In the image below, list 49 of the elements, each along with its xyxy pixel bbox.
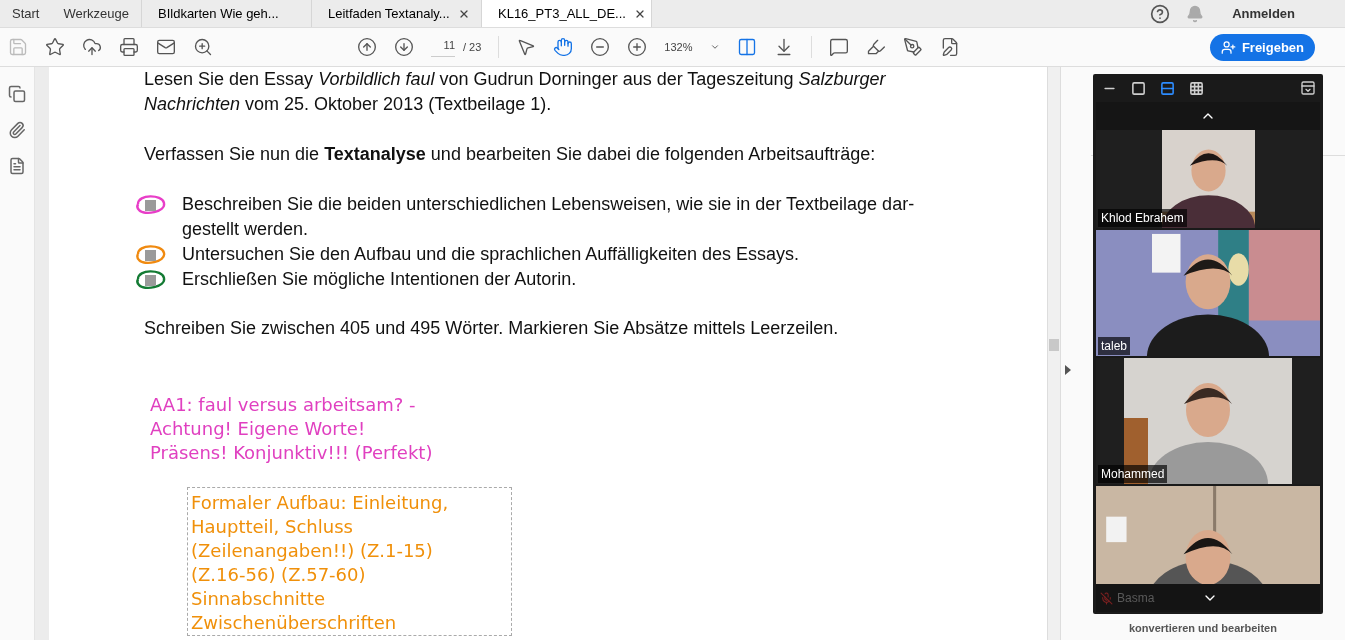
exit-panel-icon[interactable] xyxy=(1300,80,1316,96)
page-total: / 23 xyxy=(463,39,482,55)
comment-icon[interactable] xyxy=(829,37,850,57)
pen-icon[interactable] xyxy=(903,37,924,57)
muted-mic-icon xyxy=(1100,591,1113,605)
zoom-out-icon[interactable] xyxy=(590,37,611,57)
fit-page-icon[interactable] xyxy=(737,37,758,57)
previous-page-icon[interactable] xyxy=(357,37,377,57)
paragraph: Schreiben Sie zwischen 405 und 495 Wörter. Markieren Sie Absätze mittels Leerzeilen. xyxy=(144,317,840,340)
print-icon[interactable] xyxy=(119,37,139,57)
pointer-icon[interactable] xyxy=(516,37,537,57)
zoom-in-icon[interactable] xyxy=(627,37,648,57)
annotation-note[interactable]: AA1: faul versus arbeitsam? - Achtung! Eigene Worte! Präsens! Konjunktiv!!! (Perfekt) xyxy=(150,393,433,465)
next-page-icon[interactable] xyxy=(394,37,414,57)
view-icon[interactable] xyxy=(1160,80,1175,96)
add-user-icon xyxy=(1220,40,1236,55)
checkbox[interactable] xyxy=(145,250,156,261)
participant-name: Khlod Ebrahem xyxy=(1098,209,1187,227)
pages-icon[interactable] xyxy=(8,85,26,103)
star-icon[interactable] xyxy=(45,37,65,57)
paragraph: Verfassen Sie nun die Textanalyse und bearbeiten Sie dabei die folgenden Arbeitsaufträge: xyxy=(144,143,877,166)
task-text: Erschließen Sie mögliche Intentionen der Autorin. xyxy=(182,268,578,291)
participant-name: taleb xyxy=(1098,337,1131,355)
participant-name: Mohammed xyxy=(1098,465,1168,483)
mail-icon[interactable] xyxy=(156,37,176,57)
checkbox[interactable] xyxy=(145,275,156,286)
search-icon[interactable] xyxy=(193,37,213,57)
paragraph: Lesen Sie den Essay Vorbildlich faul von Gudrun Dorninger aus der Tageszeitung Salzburger Nachrichten vom 25. Oktober 2013 (Textbeilage 1). xyxy=(144,68,887,116)
upload-icon[interactable] xyxy=(82,37,102,57)
expand-icon[interactable] xyxy=(1065,365,1071,375)
share-button[interactable]: Freigeben xyxy=(1209,34,1315,61)
hand-icon[interactable] xyxy=(553,37,574,57)
sign-in-button[interactable]: Anmelden xyxy=(1232,3,1295,24)
highlighter-icon[interactable] xyxy=(866,37,887,57)
task-text: Beschreiben Sie die beiden unterschiedlichen Lebensweisen, wie sie in der Textbeilage dar-gestellt werden. xyxy=(182,193,916,241)
view-icon[interactable] xyxy=(1189,80,1204,96)
task-text: Untersuchen Sie den Aufbau und die sprachlichen Auffälligkeiten des Essays. xyxy=(182,243,801,266)
view-icon[interactable] xyxy=(1131,80,1146,96)
attachment-icon[interactable] xyxy=(8,121,26,139)
help-icon[interactable] xyxy=(1150,3,1171,24)
tool-label[interactable]: konvertieren und bearbeiten xyxy=(1129,619,1277,636)
document-info-icon[interactable] xyxy=(8,157,26,175)
zoom-dropdown[interactable]: 132% xyxy=(664,38,721,56)
scrollbar-thumb[interactable] xyxy=(1049,339,1059,351)
checkbox[interactable] xyxy=(145,200,156,211)
tab[interactable]: KL16_PT3_ALL_DE... xyxy=(481,0,651,27)
page-number-field[interactable]: 11 xyxy=(431,37,455,57)
caret-icon[interactable] xyxy=(710,42,721,52)
participant-name: Basma xyxy=(1117,590,1155,607)
